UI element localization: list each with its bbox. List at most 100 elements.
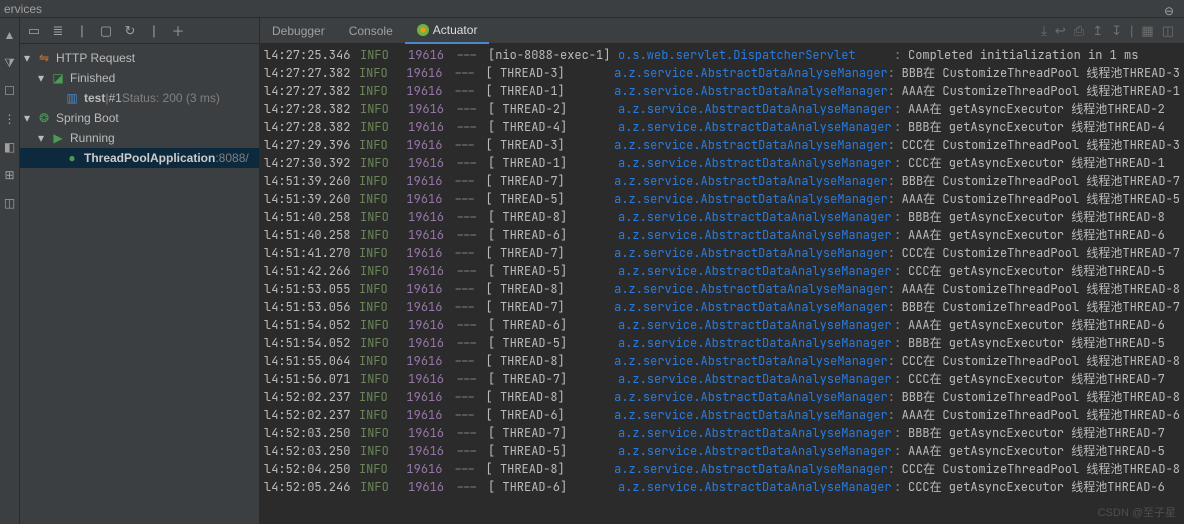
log-time: l4:51:53.055 bbox=[264, 280, 359, 298]
log-level: INFO bbox=[360, 208, 408, 226]
log-logger: o.s.web.servlet.DispatcherServlet bbox=[618, 46, 894, 64]
log-level: INFO bbox=[360, 334, 408, 352]
log-colon: : bbox=[888, 190, 902, 208]
log-line: l4:51:54.052INFO19616---[ THREAD-5]a.z.s… bbox=[264, 334, 1180, 352]
log-level: INFO bbox=[360, 262, 408, 280]
add-icon[interactable]: ＋ bbox=[170, 23, 186, 39]
log-colon: : bbox=[894, 208, 908, 226]
label: ThreadPoolApplication bbox=[84, 151, 215, 165]
tab-console[interactable]: Console bbox=[337, 18, 405, 44]
split-icon[interactable]: ◫ bbox=[1162, 23, 1174, 39]
log-line: l4:51:39.260INFO19616---[ THREAD-7]a.z.s… bbox=[264, 172, 1180, 190]
console-output[interactable]: l4:27:25.346INFO19616---[nio-8088-exec-1… bbox=[260, 44, 1184, 524]
log-pid: 19616 bbox=[406, 82, 453, 100]
log-line: l4:52:03.250INFO19616---[ THREAD-5]a.z.s… bbox=[264, 442, 1180, 460]
log-time: l4:52:03.250 bbox=[264, 424, 360, 442]
chevron-down-icon: ▾ bbox=[24, 51, 36, 65]
log-colon: : bbox=[894, 442, 908, 460]
label: Spring Boot bbox=[56, 111, 119, 125]
tree-app[interactable]: ● ThreadPoolApplication :8088/ bbox=[20, 148, 259, 168]
services-tree: ▾ ⇋ HTTP Request ▾ ◪ Finished ▥ test | #… bbox=[20, 44, 259, 524]
log-level: INFO bbox=[359, 460, 406, 478]
log-colon: : bbox=[894, 262, 908, 280]
up-icon[interactable]: ↥ bbox=[1092, 23, 1103, 39]
more-icon[interactable]: ⋮ bbox=[3, 112, 17, 126]
log-colon: : bbox=[888, 136, 902, 154]
log-time: l4:51:41.270 bbox=[264, 244, 359, 262]
wrap-icon[interactable]: ↩ bbox=[1055, 23, 1066, 39]
log-time: l4:51:39.260 bbox=[264, 172, 359, 190]
tree-running[interactable]: ▾ ▶ Running bbox=[20, 128, 259, 148]
tab-debugger[interactable]: Debugger bbox=[260, 18, 337, 44]
title-bar: ervices ⊖ bbox=[0, 0, 1184, 18]
log-dash: --- bbox=[454, 172, 486, 190]
tree-finished[interactable]: ▾ ◪ Finished bbox=[20, 68, 259, 88]
log-dash: --- bbox=[456, 226, 488, 244]
minimize-icon[interactable]: ⊖ bbox=[1164, 2, 1174, 20]
log-dash: --- bbox=[454, 244, 486, 262]
log-line: l4:52:02.237INFO19616---[ THREAD-6]a.z.s… bbox=[264, 406, 1180, 424]
console-toolbar: ⤓ ↩ ⎙ ↥ ↧ | ▦ ◫ bbox=[1041, 23, 1184, 39]
expand-icon[interactable]: ▭ bbox=[26, 23, 42, 39]
log-colon: : bbox=[894, 46, 908, 64]
log-level: INFO bbox=[359, 64, 406, 82]
chevron-down-icon: ▾ bbox=[38, 131, 50, 145]
collapse-icon[interactable]: ≣ bbox=[50, 23, 66, 39]
log-msg: CCC在 getAsyncExecutor 线程池THREAD-7 bbox=[908, 370, 1165, 388]
down-icon[interactable]: ↧ bbox=[1111, 23, 1122, 39]
tool2-icon[interactable]: ⊞ bbox=[3, 168, 17, 182]
label: Finished bbox=[70, 71, 115, 85]
filter-icon[interactable]: ⧩ bbox=[3, 56, 17, 70]
log-time: l4:51:54.052 bbox=[264, 334, 360, 352]
log-pid: 19616 bbox=[408, 424, 456, 442]
log-colon: : bbox=[888, 82, 902, 100]
log-logger: a.z.service.AbstractDataAnalyseManager bbox=[614, 64, 888, 82]
log-thread: [ THREAD-6] bbox=[486, 406, 615, 424]
log-pid: 19616 bbox=[408, 316, 456, 334]
actuator-icon bbox=[417, 24, 429, 36]
chevron-down-icon: ▾ bbox=[38, 71, 50, 85]
log-logger: a.z.service.AbstractDataAnalyseManager bbox=[614, 172, 888, 190]
log-time: l4:51:53.056 bbox=[264, 298, 359, 316]
hide-icon[interactable]: ☐ bbox=[3, 84, 17, 98]
log-msg: CCC在 CustomizeThreadPool 线程池THREAD-8 bbox=[902, 352, 1180, 370]
services-toolbar: ▭ ≣ | ▢ ↻ | ＋ bbox=[20, 18, 259, 44]
log-msg: BBB在 getAsyncExecutor 线程池THREAD-7 bbox=[908, 424, 1165, 442]
filter2-icon[interactable]: ▢ bbox=[98, 23, 114, 39]
tab-actuator[interactable]: Actuator bbox=[405, 18, 490, 44]
tree-spring-boot[interactable]: ▾ ❂ Spring Boot bbox=[20, 108, 259, 128]
log-time: l4:52:05.246 bbox=[264, 478, 360, 496]
scroll-icon[interactable]: ⤓ bbox=[1041, 23, 1047, 39]
log-level: INFO bbox=[359, 190, 406, 208]
log-time: l4:52:04.250 bbox=[264, 460, 359, 478]
grid-icon[interactable]: ▦ bbox=[1141, 23, 1153, 39]
log-logger: a.z.service.AbstractDataAnalyseManager bbox=[618, 100, 894, 118]
log-pid: 19616 bbox=[408, 334, 456, 352]
log-logger: a.z.service.AbstractDataAnalyseManager bbox=[618, 370, 894, 388]
log-msg: AAA在 CustomizeThreadPool 线程池THREAD-1 bbox=[902, 82, 1180, 100]
log-time: l4:27:27.382 bbox=[264, 82, 359, 100]
tool1-icon[interactable]: ◧ bbox=[3, 140, 17, 154]
log-level: INFO bbox=[359, 352, 406, 370]
log-dash: --- bbox=[454, 460, 486, 478]
refresh-icon[interactable]: ↻ bbox=[122, 23, 138, 39]
log-line: l4:52:02.237INFO19616---[ THREAD-8]a.z.s… bbox=[264, 388, 1180, 406]
tool3-icon[interactable]: ◫ bbox=[3, 196, 17, 210]
log-time: l4:51:40.258 bbox=[264, 208, 360, 226]
log-dash: --- bbox=[454, 64, 486, 82]
log-logger: a.z.service.AbstractDataAnalyseManager bbox=[618, 154, 894, 172]
log-msg: CCC在 CustomizeThreadPool 线程池THREAD-3 bbox=[902, 136, 1180, 154]
log-logger: a.z.service.AbstractDataAnalyseManager bbox=[614, 406, 888, 424]
log-logger: a.z.service.AbstractDataAnalyseManager bbox=[618, 262, 894, 280]
print-icon[interactable]: ⎙ bbox=[1074, 23, 1084, 39]
log-level: INFO bbox=[360, 226, 408, 244]
log-dash: --- bbox=[456, 100, 488, 118]
log-dash: --- bbox=[454, 406, 486, 424]
log-pid: 19616 bbox=[406, 388, 453, 406]
log-colon: : bbox=[888, 388, 902, 406]
log-level: INFO bbox=[359, 136, 406, 154]
tree-test-run[interactable]: ▥ test | #1 Status: 200 (3 ms) bbox=[20, 88, 259, 108]
run-icon[interactable]: ▲ bbox=[3, 28, 17, 42]
log-time: l4:51:55.064 bbox=[264, 352, 359, 370]
tree-http-request[interactable]: ▾ ⇋ HTTP Request bbox=[20, 48, 259, 68]
